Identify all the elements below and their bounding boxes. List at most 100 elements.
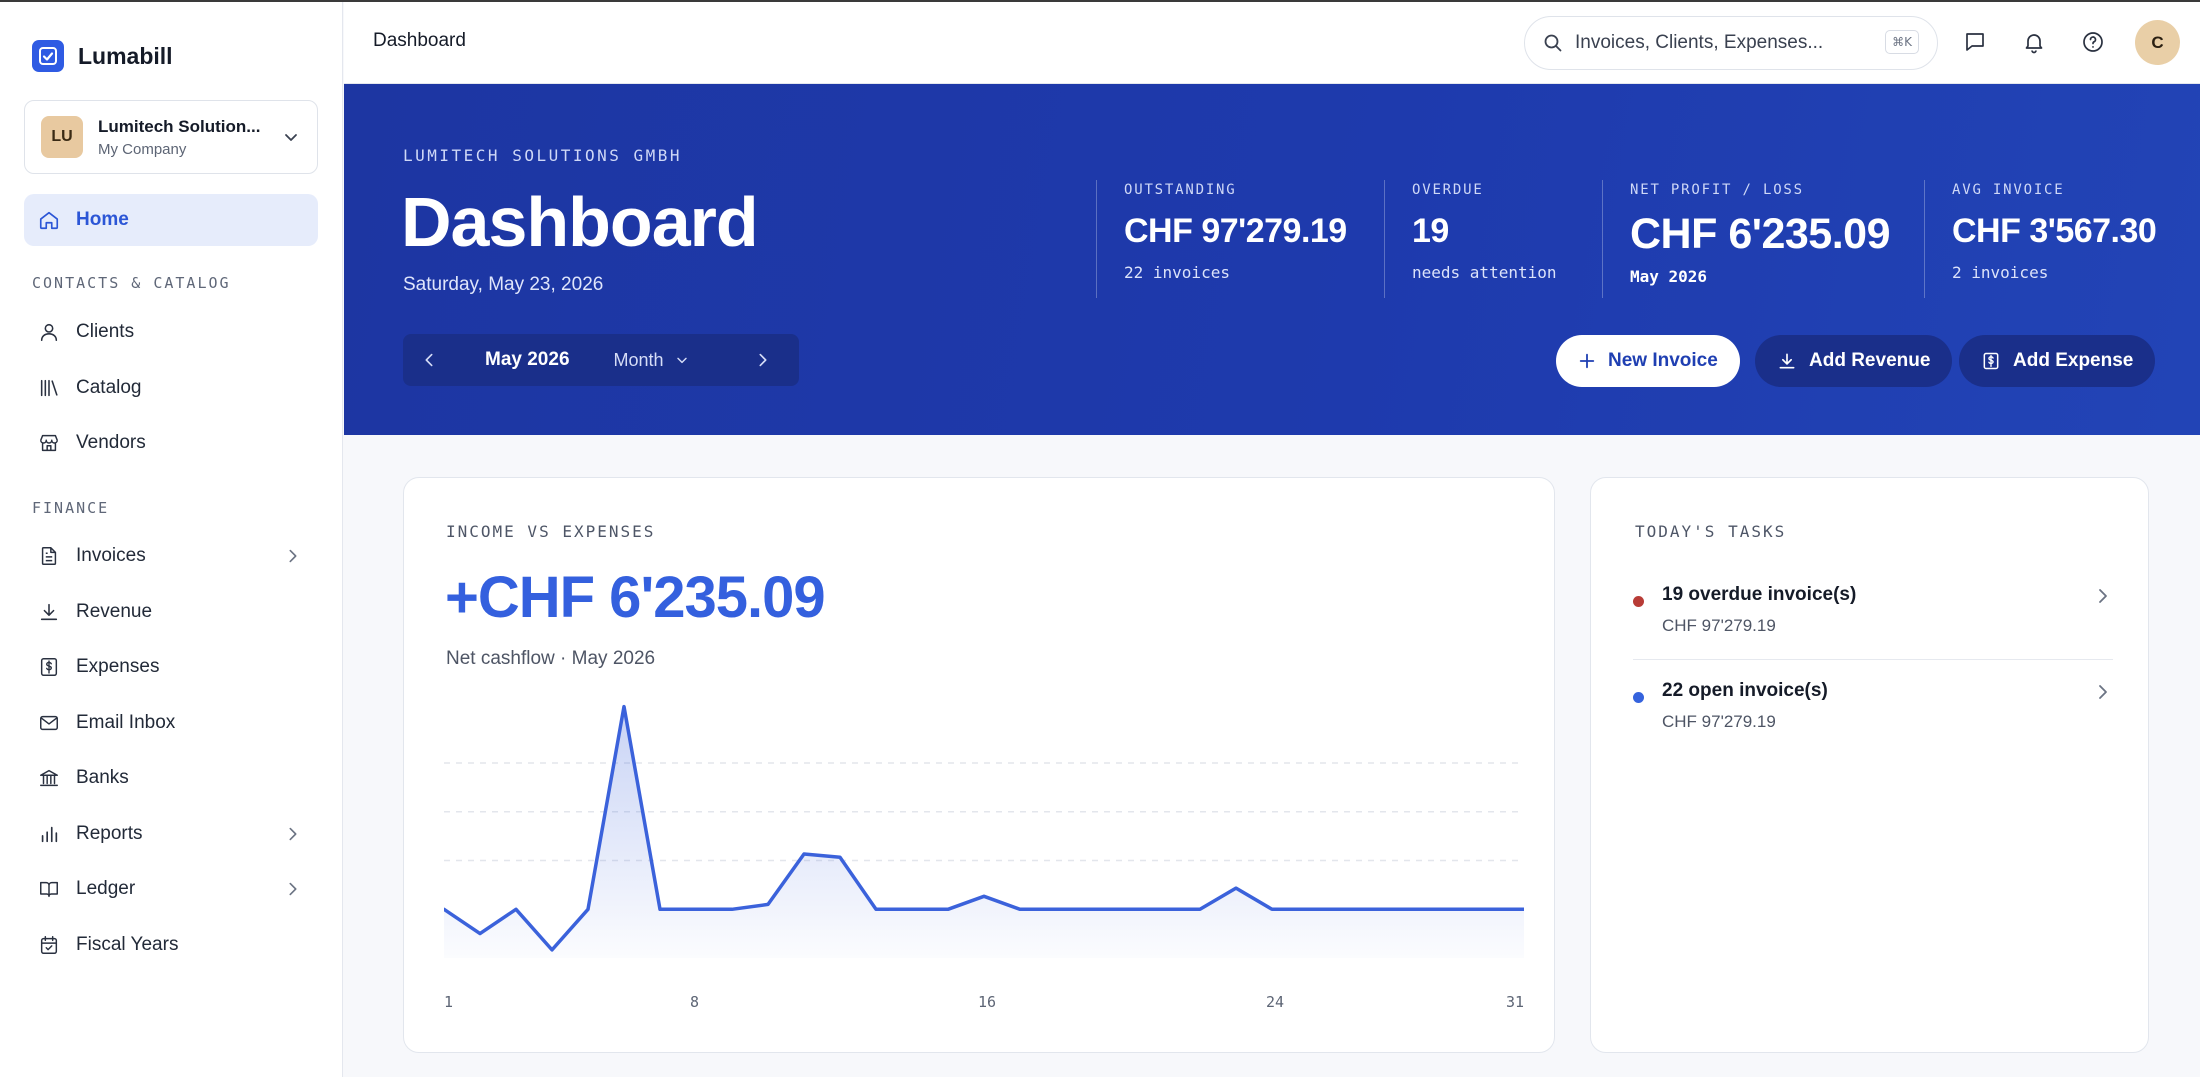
sidebar-item-ledger[interactable]: Ledger [24, 863, 318, 915]
library-icon [40, 379, 58, 397]
chart-point[interactable] [798, 848, 810, 860]
chevron-down-icon [285, 134, 297, 141]
chart-x-tick: 31 [1506, 993, 1525, 1011]
chart-point[interactable] [1086, 903, 1098, 915]
chevron-right-icon [289, 882, 297, 896]
status-dot [1633, 596, 1644, 607]
sidebar-item-banks[interactable]: Banks [24, 752, 318, 804]
chart-point[interactable] [762, 898, 774, 910]
chart-point[interactable] [942, 903, 954, 915]
notifications-button[interactable] [2020, 28, 2048, 56]
sidebar-item-clients[interactable]: Clients [24, 306, 318, 358]
chart-point[interactable] [1302, 903, 1314, 915]
sidebar-item-email-inbox[interactable]: Email Inbox [24, 697, 318, 749]
section-label-contacts: CONTACTS & CATALOG [32, 274, 231, 292]
sidebar-item-catalog[interactable]: Catalog [24, 362, 318, 414]
sidebar-item-label: Email Inbox [76, 712, 176, 733]
stat-sub: 22 invoices [1124, 263, 1230, 282]
chart-point[interactable] [1446, 903, 1458, 915]
sidebar-item-expenses[interactable]: Expenses [24, 641, 318, 693]
receipt-dollar-icon [40, 658, 58, 676]
chart-point[interactable] [618, 701, 630, 713]
chart-point[interactable] [1338, 903, 1350, 915]
chevron-right-icon [2099, 589, 2107, 603]
chart-point[interactable] [834, 851, 846, 863]
help-button[interactable] [2079, 28, 2107, 56]
download-icon [40, 603, 58, 621]
period-month[interactable]: May 2026 [485, 349, 570, 371]
add-revenue-button[interactable]: Add Revenue [1755, 335, 1953, 387]
chart-point[interactable] [582, 903, 594, 915]
sidebar-item-label: Expenses [76, 656, 160, 677]
hero-date: Saturday, May 23, 2026 [403, 274, 604, 295]
chart-x-tick: 1 [444, 993, 454, 1011]
search-input[interactable] [1575, 32, 1855, 54]
chart-point[interactable] [654, 903, 666, 915]
chart-point[interactable] [1230, 882, 1242, 894]
messages-button[interactable] [1961, 28, 1989, 56]
period-selector: May 2026 Month [403, 334, 799, 386]
sidebar-item-label: Reports [76, 823, 143, 844]
chart-point[interactable] [1266, 903, 1278, 915]
card-title: TODAY'S TASKS [1635, 522, 1787, 541]
stat-outstanding: OUTSTANDING CHF 97'279.19 22 invoices [1096, 180, 1347, 298]
chevron-right-icon [759, 353, 767, 367]
chart-point[interactable] [1374, 903, 1386, 915]
search-icon [1544, 34, 1562, 52]
chart-point[interactable] [1122, 903, 1134, 915]
period-granularity-select[interactable]: Month [614, 350, 690, 371]
new-invoice-button[interactable]: New Invoice [1556, 335, 1740, 387]
cashflow-chart [444, 701, 1524, 958]
sidebar-item-label: Ledger [76, 878, 136, 899]
search-box[interactable]: ⌘K [1524, 16, 1938, 70]
brand-logo-icon [32, 40, 64, 72]
download-icon [1779, 353, 1795, 369]
chart-point[interactable] [1014, 903, 1026, 915]
chart-point[interactable] [546, 944, 558, 956]
hero-title: Dashboard [401, 183, 759, 261]
chart-point[interactable] [870, 903, 882, 915]
help-circle-icon [2083, 32, 2103, 52]
user-icon [40, 323, 58, 342]
sidebar-item-reports[interactable]: Reports [24, 808, 318, 860]
chart-point[interactable] [1050, 903, 1062, 915]
chevron-right-icon [289, 827, 297, 841]
chart-point[interactable] [1482, 903, 1494, 915]
chart-point[interactable] [690, 903, 702, 915]
previous-period-button[interactable] [403, 334, 455, 386]
sidebar-item-fiscal-years[interactable]: Fiscal Years [24, 919, 318, 971]
chart-point[interactable] [1410, 903, 1422, 915]
chart-point[interactable] [474, 928, 486, 940]
sidebar-item-label: Home [76, 209, 129, 230]
task-title: 22 open invoice(s) [1662, 680, 1828, 701]
chart-point[interactable] [1194, 903, 1206, 915]
chart-point[interactable] [978, 890, 990, 902]
sidebar-item-revenue[interactable]: Revenue [24, 586, 318, 638]
company-switcher[interactable]: LU Lumitech Solution... My Company [24, 100, 318, 174]
chart-point[interactable] [726, 903, 738, 915]
stat-value: CHF 97'279.19 [1124, 212, 1347, 250]
bell-icon [2025, 34, 2043, 54]
brand[interactable]: Lumabill [32, 40, 173, 72]
stat-sub: May 2026 [1630, 267, 1708, 286]
sidebar-item-vendors[interactable]: Vendors [24, 417, 318, 469]
hero-company-name: LUMITECH SOLUTIONS GMBH [403, 146, 683, 165]
card-title: INCOME VS EXPENSES [446, 522, 656, 541]
task-item-open[interactable]: 22 open invoice(s) CHF 97'279.19 [1633, 680, 2113, 740]
sidebar-item-label: Fiscal Years [76, 934, 179, 955]
next-period-button[interactable] [737, 334, 789, 386]
sidebar-item-label: Clients [76, 321, 135, 342]
add-expense-button[interactable]: Add Expense [1959, 335, 2156, 387]
user-avatar[interactable]: C [2135, 20, 2180, 65]
chart-point[interactable] [1158, 903, 1170, 915]
sidebar-item-home[interactable]: Home [24, 194, 318, 246]
shortcut-badge: ⌘K [1885, 30, 1919, 54]
sidebar: Lumabill LU Lumitech Solution... My Comp… [0, 2, 343, 1077]
stat-overdue: OVERDUE 19 needs attention [1384, 180, 1557, 298]
message-square-icon [1966, 33, 1984, 51]
chevron-right-icon [289, 549, 297, 563]
sidebar-item-invoices[interactable]: Invoices [24, 530, 318, 582]
chart-point[interactable] [906, 903, 918, 915]
task-item-overdue[interactable]: 19 overdue invoice(s) CHF 97'279.19 [1633, 584, 2113, 644]
chart-point[interactable] [510, 903, 522, 915]
